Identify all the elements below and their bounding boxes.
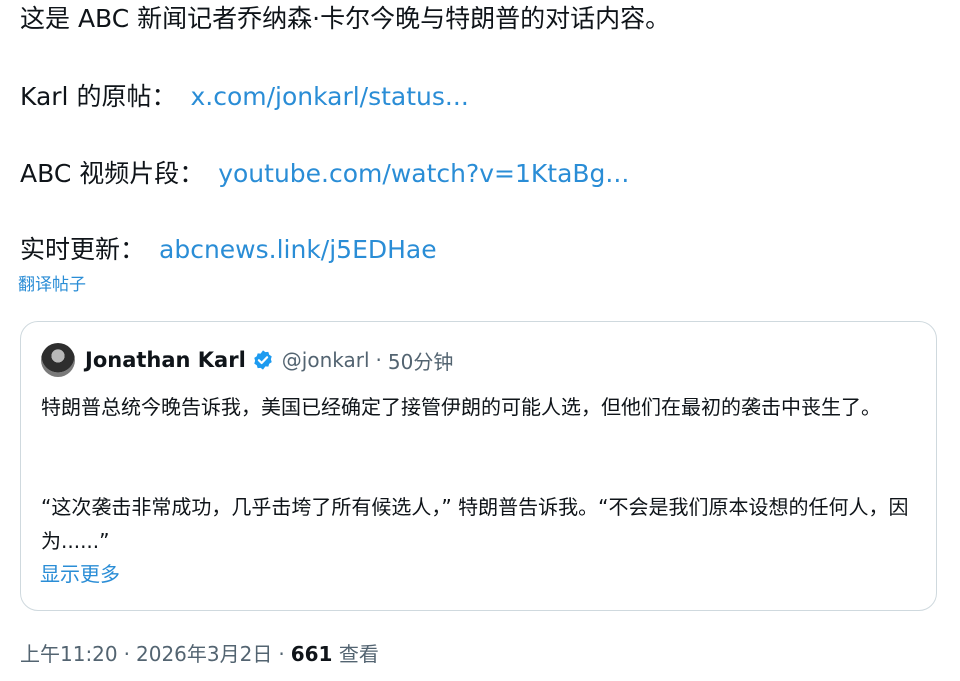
quoted-post-header: Jonathan Karl @jonkarl · 50分钟 — [41, 342, 453, 378]
quoted-post-paragraph: 特朗普总统今晚告诉我，美国已经确定了接管伊朗的可能人选，但他们在最初的袭击中丧生… — [41, 395, 881, 419]
show-more-link[interactable]: 显示更多 — [40, 560, 120, 588]
live-updates-link[interactable]: abcnews.link/j5EDHae — [159, 235, 437, 264]
meta-separator: · — [375, 348, 382, 372]
video-clip-label: ABC 视频片段： — [20, 159, 205, 188]
video-clip-line: ABC 视频片段： youtube.com/watch?v=1KtaBg... — [20, 157, 629, 191]
quoted-post-card[interactable]: Jonathan Karl @jonkarl · 50分钟 特朗普总统今晚告诉我… — [20, 321, 937, 611]
views-label: 查看 — [338, 642, 379, 666]
quoted-post-paragraph: “这次袭击非常成功，几乎击垮了所有候选人，” 特朗普告诉我。“不会是我们原本设想… — [41, 495, 909, 553]
translate-post-link[interactable]: 翻译帖子 — [18, 274, 86, 296]
views-count: 661 — [290, 642, 333, 666]
original-post-line: Karl 的原帖： x.com/jonkarl/status... — [20, 80, 469, 114]
live-updates-line: 实时更新： abcnews.link/j5EDHae — [20, 233, 437, 267]
author-handle[interactable]: @jonkarl — [282, 348, 370, 372]
original-post-link[interactable]: x.com/jonkarl/status... — [190, 82, 468, 111]
original-post-label: Karl 的原帖： — [20, 82, 177, 111]
post-age[interactable]: 50分钟 — [388, 346, 453, 375]
post-time[interactable]: 上午11:20 — [20, 642, 118, 666]
video-clip-link[interactable]: youtube.com/watch?v=1KtaBg... — [218, 159, 629, 188]
verified-badge-icon — [254, 350, 272, 370]
footer-separator: · — [123, 642, 130, 666]
author-name[interactable]: Jonathan Karl — [85, 348, 246, 372]
post-footer: 上午11:20 · 2026年3月2日 · 661 查看 — [20, 640, 379, 668]
post-intro-text: 这是 ABC 新闻记者乔纳森·卡尔今晚与特朗普的对话内容。 — [20, 4, 671, 33]
post-date[interactable]: 2026年3月2日 — [136, 642, 272, 666]
author-avatar[interactable] — [41, 343, 75, 377]
live-updates-label: 实时更新： — [20, 235, 146, 264]
footer-separator: · — [278, 642, 285, 666]
